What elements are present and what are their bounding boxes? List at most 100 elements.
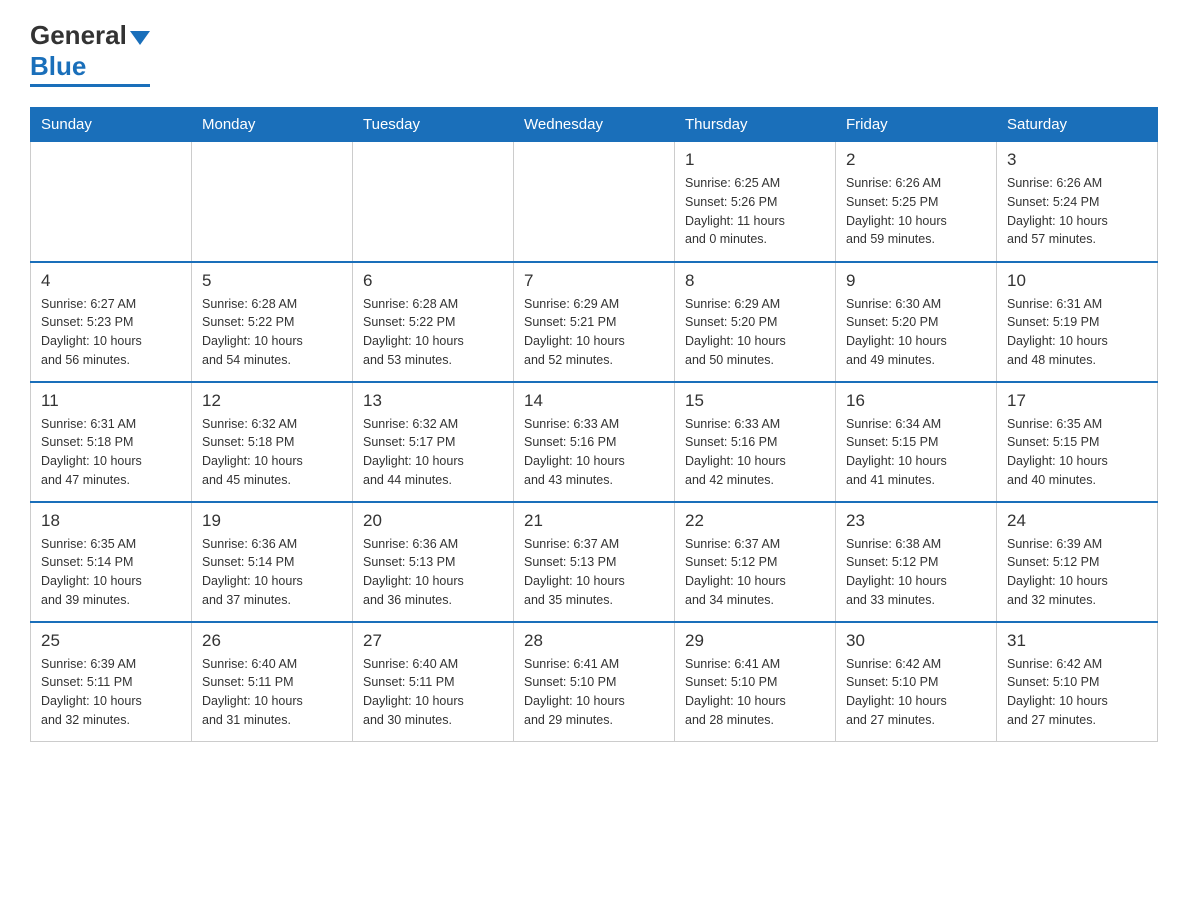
calendar-cell: 4 Sunrise: 6:27 AM Sunset: 5:23 PM Daylig… (31, 262, 192, 382)
day-info: Sunrise: 6:30 AM Sunset: 5:20 PM Dayligh… (846, 295, 986, 370)
calendar-header-monday: Monday (192, 108, 353, 142)
calendar-week-row: 4 Sunrise: 6:27 AM Sunset: 5:23 PM Daylig… (31, 262, 1158, 382)
logo-triangle-icon (130, 31, 150, 45)
day-number: 12 (202, 391, 342, 411)
day-number: 23 (846, 511, 986, 531)
calendar-cell: 24Sunrise: 6:39 AM Sunset: 5:12 PM Dayli… (997, 502, 1158, 622)
calendar-cell: 29 Sunrise: 6:41 AM Sunset: 5:10 PM Dayli… (675, 622, 836, 742)
header: General Blue (30, 20, 1158, 87)
day-number: 21 (524, 511, 664, 531)
calendar-cell: 23Sunrise: 6:38 AM Sunset: 5:12 PM Dayli… (836, 502, 997, 622)
calendar-cell (514, 142, 675, 262)
day-info: Sunrise: 6:26 AM Sunset: 5:24 PM Dayligh… (1007, 174, 1147, 249)
logo-general-text: General (30, 20, 127, 51)
calendar-cell: 17 Sunrise: 6:35 AM Sunset: 5:15 PM Dayli… (997, 382, 1158, 502)
calendar-cell: 11 Sunrise: 6:31 AM Sunset: 5:18 PM Dayli… (31, 382, 192, 502)
day-info: Sunrise: 6:28 AM Sunset: 5:22 PM Dayligh… (363, 295, 503, 370)
day-number: 24 (1007, 511, 1147, 531)
logo-blue-text: Blue (30, 51, 86, 81)
calendar-cell: 27 Sunrise: 6:40 AM Sunset: 5:11 PM Dayli… (353, 622, 514, 742)
calendar-cell (31, 142, 192, 262)
calendar-header-thursday: Thursday (675, 108, 836, 142)
calendar-header-sunday: Sunday (31, 108, 192, 142)
calendar-cell: 1 Sunrise: 6:25 AM Sunset: 5:26 PM Daylig… (675, 142, 836, 262)
day-info: Sunrise: 6:32 AM Sunset: 5:17 PM Dayligh… (363, 415, 503, 490)
calendar-cell: 28 Sunrise: 6:41 AM Sunset: 5:10 PM Dayli… (514, 622, 675, 742)
day-info: Sunrise: 6:41 AM Sunset: 5:10 PM Dayligh… (685, 655, 825, 730)
calendar-cell: 2 Sunrise: 6:26 AM Sunset: 5:25 PM Daylig… (836, 142, 997, 262)
calendar-header-row: SundayMondayTuesdayWednesdayThursdayFrid… (31, 108, 1158, 142)
day-info: Sunrise: 6:41 AM Sunset: 5:10 PM Dayligh… (524, 655, 664, 730)
day-info: Sunrise: 6:40 AM Sunset: 5:11 PM Dayligh… (202, 655, 342, 730)
day-info: Sunrise: 6:26 AM Sunset: 5:25 PM Dayligh… (846, 174, 986, 249)
day-number: 2 (846, 150, 986, 170)
calendar-cell: 8Sunrise: 6:29 AM Sunset: 5:20 PM Daylig… (675, 262, 836, 382)
day-number: 11 (41, 391, 181, 411)
day-number: 17 (1007, 391, 1147, 411)
day-info: Sunrise: 6:28 AM Sunset: 5:22 PM Dayligh… (202, 295, 342, 370)
calendar-cell: 19 Sunrise: 6:36 AM Sunset: 5:14 PM Dayli… (192, 502, 353, 622)
day-number: 28 (524, 631, 664, 651)
day-info: Sunrise: 6:32 AM Sunset: 5:18 PM Dayligh… (202, 415, 342, 490)
calendar-cell: 9 Sunrise: 6:30 AM Sunset: 5:20 PM Daylig… (836, 262, 997, 382)
day-info: Sunrise: 6:40 AM Sunset: 5:11 PM Dayligh… (363, 655, 503, 730)
calendar-cell: 26 Sunrise: 6:40 AM Sunset: 5:11 PM Dayli… (192, 622, 353, 742)
calendar-cell: 6 Sunrise: 6:28 AM Sunset: 5:22 PM Daylig… (353, 262, 514, 382)
calendar-cell: 31 Sunrise: 6:42 AM Sunset: 5:10 PM Dayli… (997, 622, 1158, 742)
calendar-cell: 22 Sunrise: 6:37 AM Sunset: 5:12 PM Dayli… (675, 502, 836, 622)
day-info: Sunrise: 6:37 AM Sunset: 5:13 PM Dayligh… (524, 535, 664, 610)
day-info: Sunrise: 6:36 AM Sunset: 5:13 PM Dayligh… (363, 535, 503, 610)
logo: General Blue (30, 20, 150, 87)
day-number: 30 (846, 631, 986, 651)
day-number: 15 (685, 391, 825, 411)
day-info: Sunrise: 6:25 AM Sunset: 5:26 PM Dayligh… (685, 174, 825, 249)
calendar-cell: 30Sunrise: 6:42 AM Sunset: 5:10 PM Dayli… (836, 622, 997, 742)
day-number: 27 (363, 631, 503, 651)
day-number: 4 (41, 271, 181, 291)
day-number: 19 (202, 511, 342, 531)
calendar-cell: 10 Sunrise: 6:31 AM Sunset: 5:19 PM Dayli… (997, 262, 1158, 382)
day-info: Sunrise: 6:39 AM Sunset: 5:11 PM Dayligh… (41, 655, 181, 730)
day-number: 20 (363, 511, 503, 531)
calendar-cell: 3 Sunrise: 6:26 AM Sunset: 5:24 PM Daylig… (997, 142, 1158, 262)
calendar-table: SundayMondayTuesdayWednesdayThursdayFrid… (30, 107, 1158, 742)
day-number: 22 (685, 511, 825, 531)
calendar-header-saturday: Saturday (997, 108, 1158, 142)
day-number: 29 (685, 631, 825, 651)
day-info: Sunrise: 6:31 AM Sunset: 5:18 PM Dayligh… (41, 415, 181, 490)
calendar-header-tuesday: Tuesday (353, 108, 514, 142)
calendar-cell (192, 142, 353, 262)
day-number: 3 (1007, 150, 1147, 170)
day-number: 31 (1007, 631, 1147, 651)
day-info: Sunrise: 6:27 AM Sunset: 5:23 PM Dayligh… (41, 295, 181, 370)
calendar-cell: 14Sunrise: 6:33 AM Sunset: 5:16 PM Dayli… (514, 382, 675, 502)
calendar-cell: 18Sunrise: 6:35 AM Sunset: 5:14 PM Dayli… (31, 502, 192, 622)
day-info: Sunrise: 6:42 AM Sunset: 5:10 PM Dayligh… (1007, 655, 1147, 730)
calendar-cell: 16Sunrise: 6:34 AM Sunset: 5:15 PM Dayli… (836, 382, 997, 502)
day-info: Sunrise: 6:35 AM Sunset: 5:15 PM Dayligh… (1007, 415, 1147, 490)
calendar-header-friday: Friday (836, 108, 997, 142)
calendar-cell: 15Sunrise: 6:33 AM Sunset: 5:16 PM Dayli… (675, 382, 836, 502)
day-info: Sunrise: 6:33 AM Sunset: 5:16 PM Dayligh… (524, 415, 664, 490)
day-number: 1 (685, 150, 825, 170)
day-number: 9 (846, 271, 986, 291)
day-info: Sunrise: 6:36 AM Sunset: 5:14 PM Dayligh… (202, 535, 342, 610)
day-number: 26 (202, 631, 342, 651)
calendar-week-row: 25 Sunrise: 6:39 AM Sunset: 5:11 PM Dayli… (31, 622, 1158, 742)
day-number: 6 (363, 271, 503, 291)
calendar-cell: 25 Sunrise: 6:39 AM Sunset: 5:11 PM Dayli… (31, 622, 192, 742)
calendar-cell: 21 Sunrise: 6:37 AM Sunset: 5:13 PM Dayli… (514, 502, 675, 622)
day-info: Sunrise: 6:29 AM Sunset: 5:21 PM Dayligh… (524, 295, 664, 370)
calendar-cell: 13Sunrise: 6:32 AM Sunset: 5:17 PM Dayli… (353, 382, 514, 502)
day-info: Sunrise: 6:31 AM Sunset: 5:19 PM Dayligh… (1007, 295, 1147, 370)
day-number: 7 (524, 271, 664, 291)
day-number: 16 (846, 391, 986, 411)
day-number: 8 (685, 271, 825, 291)
calendar-week-row: 1 Sunrise: 6:25 AM Sunset: 5:26 PM Daylig… (31, 142, 1158, 262)
day-number: 25 (41, 631, 181, 651)
day-number: 10 (1007, 271, 1147, 291)
calendar-cell: 20 Sunrise: 6:36 AM Sunset: 5:13 PM Dayli… (353, 502, 514, 622)
day-info: Sunrise: 6:37 AM Sunset: 5:12 PM Dayligh… (685, 535, 825, 610)
calendar-header-wednesday: Wednesday (514, 108, 675, 142)
calendar-cell (353, 142, 514, 262)
